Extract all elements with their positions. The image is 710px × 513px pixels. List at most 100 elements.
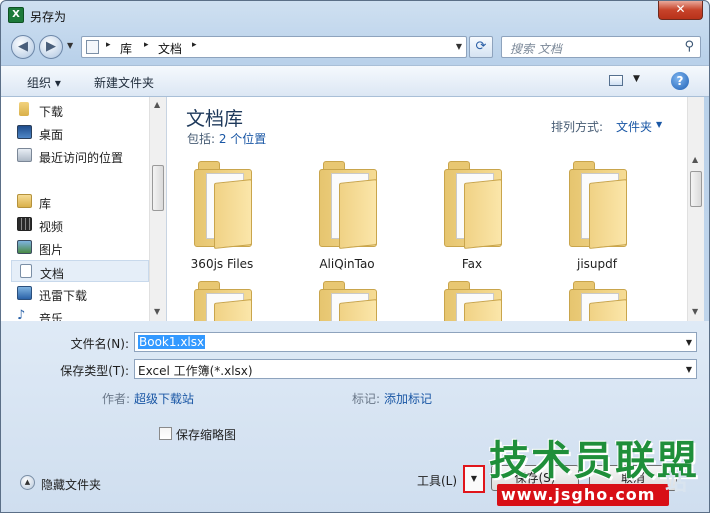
folder-item[interactable] xyxy=(417,281,527,321)
folder-icon xyxy=(194,281,252,321)
documents-icon xyxy=(20,264,32,278)
filename-dropdown-icon[interactable]: ▼ xyxy=(686,338,692,347)
filetype-value: Excel 工作簿(*.xlsx) xyxy=(138,364,253,378)
sort-by-label: 排列方式: xyxy=(551,120,604,134)
folder-item[interactable] xyxy=(167,281,277,321)
nav-item-pictures[interactable]: 图片 xyxy=(11,237,149,259)
folder-name: AliQinTao xyxy=(319,257,375,271)
nav-item-label: 视频 xyxy=(39,220,64,234)
libraries-icon xyxy=(17,194,32,208)
nav-item-music[interactable]: ♪ 音乐 xyxy=(11,306,149,321)
folder-item[interactable] xyxy=(542,281,652,321)
breadcrumb-library[interactable]: 库 xyxy=(120,40,132,57)
scroll-up-arrow-icon[interactable]: ▲ xyxy=(692,155,698,164)
refresh-icon[interactable]: ⟳ xyxy=(469,36,493,58)
scrollbar-thumb[interactable] xyxy=(152,165,164,211)
includes-label: 包括: xyxy=(187,132,219,146)
filename-value: Book1.xlsx xyxy=(138,335,206,349)
title-bar: X 另存为 ✕ xyxy=(1,1,709,31)
address-history-dropdown-icon[interactable]: ▼ xyxy=(456,42,462,51)
scroll-down-arrow-icon[interactable]: ▼ xyxy=(692,307,698,316)
folder-item[interactable]: AliQinTao xyxy=(292,161,402,279)
folder-icon xyxy=(319,161,377,249)
folder-icon xyxy=(569,281,627,321)
folder-item[interactable]: jisupdf xyxy=(542,161,652,279)
command-bar: 组织 ▾ 新建文件夹 ▼ ? xyxy=(1,65,709,97)
nav-item-xunlei[interactable]: 迅雷下载 xyxy=(11,283,149,305)
library-icon xyxy=(86,40,99,54)
folder-item[interactable] xyxy=(292,281,402,321)
folder-item[interactable]: Fax xyxy=(417,161,527,279)
save-thumbnail-label[interactable]: 保存缩略图 xyxy=(176,426,236,443)
navigation-scrollbar[interactable]: ▲ ▼ xyxy=(149,97,166,321)
nav-item-videos[interactable]: 视频 xyxy=(11,214,149,236)
recent-places-icon xyxy=(17,148,32,162)
scrollbar-thumb[interactable] xyxy=(690,171,702,207)
tools-dropdown-icon[interactable]: ▼ xyxy=(463,465,485,493)
folder-item[interactable]: 360js Files xyxy=(167,161,277,279)
watermark-side: 站 xyxy=(665,471,688,496)
library-includes: 包括: 2 个位置 xyxy=(187,130,266,147)
library-title: 文档库 xyxy=(186,108,244,130)
close-button[interactable]: ✕ xyxy=(658,1,703,20)
search-placeholder: 搜索 文档 xyxy=(510,42,562,56)
folder-name: 360js Files xyxy=(190,257,254,271)
scroll-up-arrow-icon[interactable]: ▲ xyxy=(154,100,160,109)
includes-locations-link[interactable]: 2 个位置 xyxy=(219,132,266,146)
pictures-icon xyxy=(17,240,32,254)
address-bar[interactable]: ▸ 库 ▸ 文档 ▸ ▼ xyxy=(81,36,467,58)
folder-icon xyxy=(194,161,252,249)
nav-item-documents[interactable]: 文档 xyxy=(11,260,149,282)
nav-item-label: 图片 xyxy=(39,243,64,257)
help-icon[interactable]: ? xyxy=(671,72,689,90)
search-icon[interactable]: ⚲ xyxy=(684,39,694,54)
filetype-select[interactable]: Excel 工作簿(*.xlsx) ▼ xyxy=(134,359,697,379)
nav-item-downloads[interactable]: 下载 xyxy=(11,99,149,121)
save-as-dialog: X 另存为 ✕ ◀ ▶ ▼ ▸ 库 ▸ 文档 ▸ ▼ ⟳ 搜索 文档 ⚲ 组织 … xyxy=(0,0,710,513)
folder-icon xyxy=(444,281,502,321)
sort-by-value[interactable]: 文件夹 xyxy=(616,118,652,135)
download-folder-icon xyxy=(19,102,29,116)
folder-icon xyxy=(319,281,377,321)
save-thumbnail-checkbox[interactable] xyxy=(159,427,172,440)
nav-item-label: 下载 xyxy=(39,105,64,119)
author-label: 作者: xyxy=(102,392,131,406)
nav-item-label: 迅雷下载 xyxy=(39,289,88,303)
author-value[interactable]: 超级下载站 xyxy=(134,390,194,407)
hide-folders-button[interactable]: 隐藏文件夹 xyxy=(41,476,101,493)
navigation-pane: 下载 桌面 最近访问的位置 库 视频 图片 文档 迅雷下载 ♪ 音乐 ▲ ▼ xyxy=(1,97,167,321)
sort-by-dropdown-icon[interactable]: ▼ xyxy=(656,120,662,129)
videos-icon xyxy=(17,217,32,231)
nav-item-label: 最近访问的位置 xyxy=(39,151,124,165)
forward-arrow-icon[interactable]: ▶ xyxy=(39,35,63,59)
search-input[interactable]: 搜索 文档 ⚲ xyxy=(501,36,701,58)
tools-button[interactable]: 工具(L) xyxy=(417,472,457,489)
view-options-dropdown-icon[interactable]: ▼ xyxy=(633,74,640,84)
xunlei-download-icon xyxy=(17,286,32,300)
nav-item-recent[interactable]: 最近访问的位置 xyxy=(11,145,149,167)
folder-icon xyxy=(569,161,627,249)
organize-button[interactable]: 组织 ▾ xyxy=(27,74,61,91)
music-icon: ♪ xyxy=(17,308,26,321)
nav-item-label: 音乐 xyxy=(39,312,64,321)
save-options-panel: 文件名(N): Book1.xlsx ▼ 保存类型(T): Excel 工作簿(… xyxy=(1,321,709,512)
file-list-scrollbar[interactable]: ▲ ▼ xyxy=(687,97,704,321)
change-view-icon[interactable] xyxy=(609,75,623,86)
crumb-arrow-icon[interactable]: ▸ xyxy=(106,40,111,50)
nav-item-desktop[interactable]: 桌面 xyxy=(11,122,149,144)
collapse-up-icon[interactable]: ▲ xyxy=(20,475,35,490)
nav-item-libraries[interactable]: 库 xyxy=(11,191,149,213)
nav-item-label: 文档 xyxy=(40,267,65,281)
tags-value[interactable]: 添加标记 xyxy=(384,390,432,407)
filename-field[interactable]: Book1.xlsx ▼ xyxy=(134,332,697,352)
folder-name: jisupdf xyxy=(577,257,617,271)
breadcrumb-documents[interactable]: 文档 xyxy=(158,40,182,57)
filetype-dropdown-icon[interactable]: ▼ xyxy=(686,365,692,374)
recent-pages-dropdown-icon[interactable]: ▼ xyxy=(67,41,73,50)
new-folder-button[interactable]: 新建文件夹 xyxy=(94,74,154,91)
scroll-down-arrow-icon[interactable]: ▼ xyxy=(154,307,160,316)
crumb-arrow-icon[interactable]: ▸ xyxy=(144,40,149,50)
back-arrow-icon[interactable]: ◀ xyxy=(11,35,35,59)
crumb-arrow-icon[interactable]: ▸ xyxy=(192,40,197,50)
folder-name: Fax xyxy=(461,257,483,271)
